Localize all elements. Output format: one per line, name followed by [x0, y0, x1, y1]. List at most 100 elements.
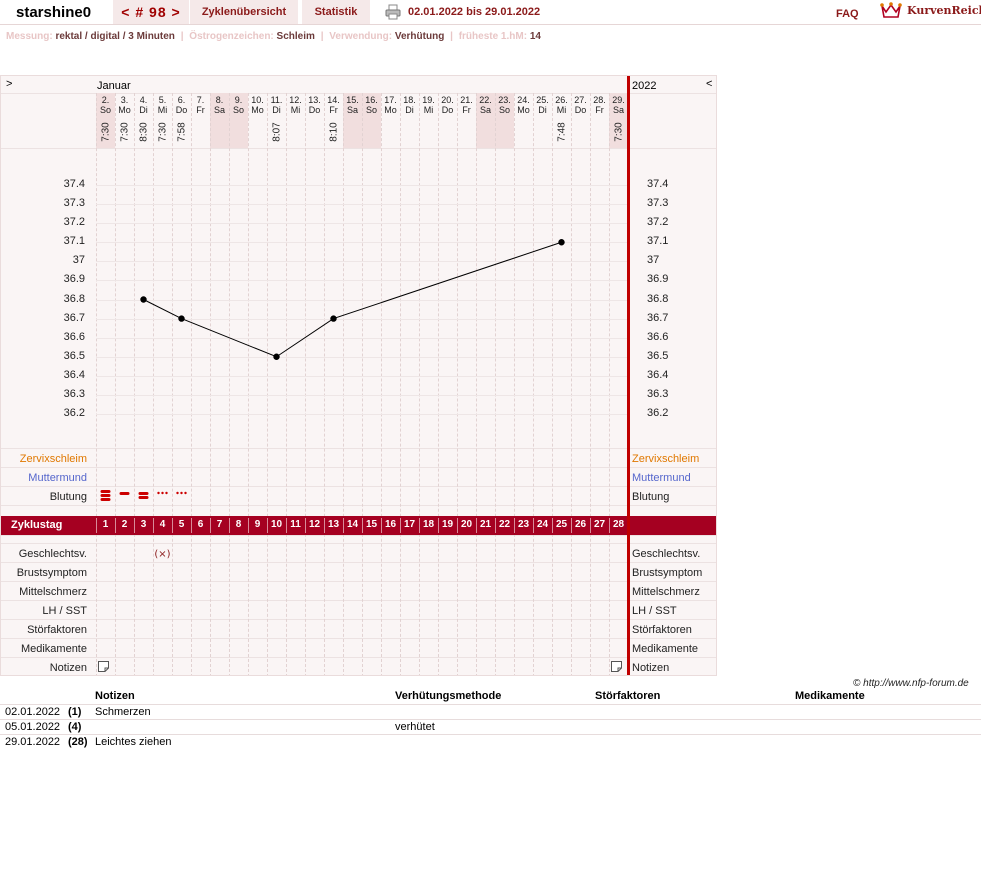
cycle-day-number[interactable]: 3 [134, 519, 153, 530]
cycle-day-number[interactable]: 2 [115, 519, 134, 530]
cycle-day-number[interactable]: 9 [248, 519, 267, 530]
cycle-day-number[interactable]: 1 [96, 519, 115, 530]
row-cycle-day: (1) [68, 706, 82, 718]
day-header[interactable]: 8. Sa [210, 95, 229, 115]
tab-cycle-overview[interactable]: Zyklenübersicht [190, 0, 298, 24]
bleeding-marker[interactable] [176, 491, 187, 495]
cycle-day-number[interactable]: 22 [495, 519, 514, 530]
cycle-day-number[interactable]: 5 [172, 519, 191, 530]
day-header[interactable]: 22. Sa [476, 95, 495, 115]
cycle-day-number[interactable]: 16 [381, 519, 400, 530]
cycle-day-number[interactable]: 12 [305, 519, 324, 530]
brustsymptom-label-right: Brustsymptom [632, 567, 703, 579]
day-header[interactable]: 4. Di [134, 95, 153, 115]
brand-name[interactable]: KurvenReich [907, 4, 981, 17]
temperature-point[interactable] [558, 239, 565, 246]
cycle-day-number[interactable]: 6 [191, 519, 210, 530]
print-icon[interactable] [385, 4, 401, 20]
bleeding-marker[interactable] [119, 492, 130, 495]
y-tick-label-right: 36.2 [647, 407, 669, 419]
cycle-day-number[interactable]: 24 [533, 519, 552, 530]
cycle-day-number[interactable]: 8 [229, 519, 248, 530]
cycle-day-number[interactable]: 25 [552, 519, 571, 530]
day-header[interactable]: 3. Mo [115, 95, 134, 115]
cycle-day-separator [381, 518, 382, 533]
cycle-day-separator [248, 518, 249, 533]
day-header[interactable]: 19. Mi [419, 95, 438, 115]
cycle-day-number[interactable]: 13 [324, 519, 343, 530]
cycle-day-number[interactable]: 7 [210, 519, 229, 530]
cycle-day-number[interactable]: 27 [590, 519, 609, 530]
temperature-point[interactable] [140, 296, 147, 303]
intercourse-marker[interactable]: (×) [154, 549, 170, 560]
day-header[interactable]: 26. Mi [552, 95, 571, 115]
note-icon[interactable] [98, 661, 109, 672]
mittelschmerz-label-right: Mittelschmerz [632, 586, 700, 598]
cycle-day-number[interactable]: 15 [362, 519, 381, 530]
table-row: 02.01.2022 (1) Schmerzen [0, 704, 981, 720]
tab-statistics[interactable]: Statistik [302, 0, 370, 24]
crown-logo-icon[interactable] [880, 2, 902, 20]
day-header[interactable]: 14. Fr [324, 95, 343, 115]
day-header[interactable]: 12. Mi [286, 95, 305, 115]
day-header[interactable]: 9. So [229, 95, 248, 115]
bleeding-marker[interactable] [157, 491, 168, 495]
measurement-info: Messung: rektal / digital / 3 Minuten | … [6, 31, 541, 42]
muttermund-label: Muttermund [28, 472, 87, 484]
day-header[interactable]: 21. Fr [457, 95, 476, 115]
day-header[interactable]: 17. Mo [381, 95, 400, 115]
y-tick-label: 37.4 [63, 178, 85, 190]
cycle-day-number[interactable]: 18 [419, 519, 438, 530]
row-cycle-day: (28) [68, 736, 88, 748]
bleeding-marker[interactable] [138, 492, 149, 499]
temperature-point[interactable] [273, 353, 280, 360]
day-header[interactable]: 27. Do [571, 95, 590, 115]
cycle-day-number[interactable]: 17 [400, 519, 419, 530]
day-header[interactable]: 15. Sa [343, 95, 362, 115]
day-header[interactable]: 18. Di [400, 95, 419, 115]
day-header[interactable]: 20. Do [438, 95, 457, 115]
faq-link[interactable]: FAQ [836, 8, 859, 20]
y-tick-label: 36.9 [63, 273, 85, 286]
day-header[interactable]: 6. Do [172, 95, 191, 115]
day-header[interactable]: 2. So [96, 95, 115, 115]
day-header[interactable]: 11. Di [267, 95, 286, 115]
cycle-navigator[interactable]: < # 98 > [113, 0, 189, 24]
day-header[interactable]: 23. So [495, 95, 514, 115]
y-tick-label-right: 37.1 [647, 235, 669, 248]
cycle-day-number[interactable]: 23 [514, 519, 533, 530]
y-tick-label-right: 36.3 [647, 387, 669, 400]
day-header[interactable]: 10. Mo [248, 95, 267, 115]
cycle-day-number[interactable]: 14 [343, 519, 362, 530]
cycle-day-separator [495, 518, 496, 533]
day-header[interactable]: 16. So [362, 95, 381, 115]
cycle-day-number[interactable]: 26 [571, 519, 590, 530]
cycle-day-number[interactable]: 20 [457, 519, 476, 530]
temperature-point[interactable] [178, 315, 185, 322]
cycle-day-separator [514, 518, 515, 533]
day-header[interactable]: 24. Mo [514, 95, 533, 115]
bleeding-marker[interactable] [100, 490, 111, 501]
hm-value: 14 [529, 31, 541, 42]
day-header[interactable]: 7. Fr [191, 95, 210, 115]
day-header[interactable]: 5. Mi [153, 95, 172, 115]
day-header[interactable]: 29. Sa [609, 95, 628, 115]
cycle-day-number[interactable]: 4 [153, 519, 172, 530]
day-header[interactable]: 13. Do [305, 95, 324, 115]
cycle-day-separator [96, 518, 97, 533]
cycle-day-separator [457, 518, 458, 533]
temperature-point[interactable] [330, 315, 337, 322]
cycle-day-number[interactable]: 19 [438, 519, 457, 530]
row-note: Leichtes ziehen [95, 736, 172, 748]
notes-header-notizen: Notizen [95, 690, 135, 702]
cycle-day-number[interactable]: 28 [609, 519, 628, 530]
mittelschmerz-label: Mittelschmerz [19, 586, 87, 598]
note-icon[interactable] [611, 661, 622, 672]
cycle-day-separator [590, 518, 591, 533]
day-header[interactable]: 25. Di [533, 95, 552, 115]
cycle-day-number[interactable]: 11 [286, 519, 305, 530]
cycle-day-number[interactable]: 21 [476, 519, 495, 530]
verwendung-value: Verhütung [394, 31, 445, 42]
cycle-day-number[interactable]: 10 [267, 519, 286, 530]
day-header[interactable]: 28. Fr [590, 95, 609, 115]
